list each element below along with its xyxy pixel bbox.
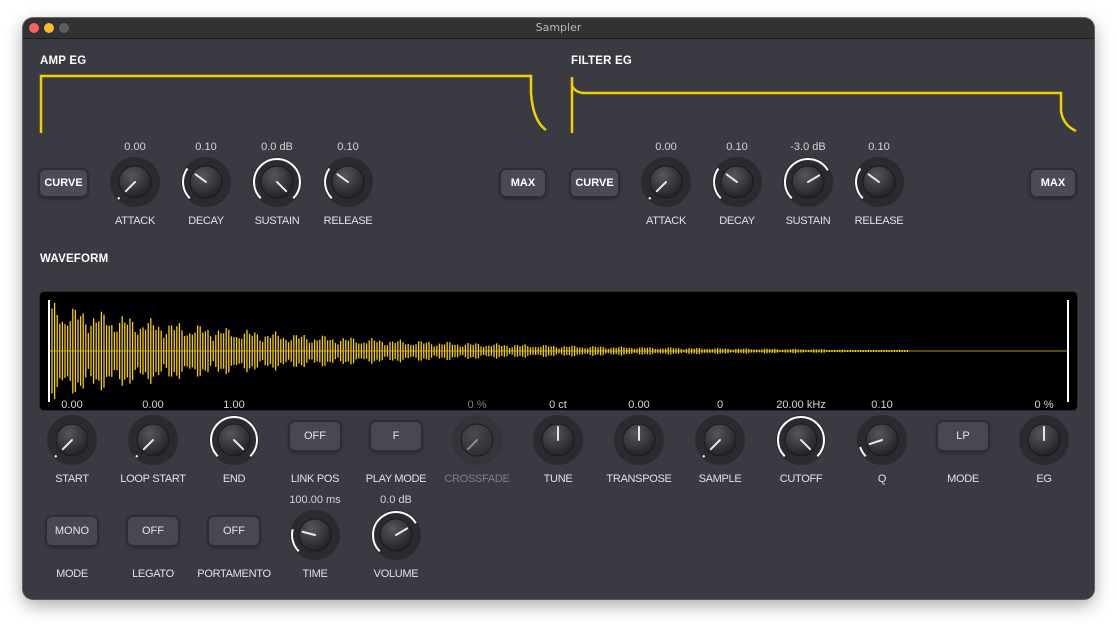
sample-link-pos-button[interactable]: OFF (290, 422, 340, 450)
voice-volume-label: VOLUME (373, 568, 419, 580)
sample-transpose-label: TRANSPOSE (606, 473, 672, 485)
amp-eg-envelope-curve (39, 74, 547, 133)
filter-eg-envelope-curve (570, 77, 1077, 133)
sample-q-label: Q (877, 473, 887, 485)
knob-min-dot (702, 455, 705, 458)
sample-crossfade-label: CROSSFADE (444, 473, 510, 485)
sample-mode-label: MODE (947, 473, 979, 485)
sample-tune-knob[interactable] (532, 414, 584, 466)
sample-start-knob[interactable] (46, 414, 98, 466)
knob-min-dot (54, 455, 57, 458)
filter-eg-envelope-graph (570, 77, 1077, 133)
filter-eg-sustain-knob[interactable] (782, 156, 834, 208)
sampler-panel: AMP EG CURVE MAX FILTER EG CURVE MAX WAV… (23, 39, 1094, 599)
sample-end-value: 1.00 (223, 399, 245, 411)
sample-play-mode-button[interactable]: F (371, 422, 421, 450)
voice-legato-label: LEGATO (132, 568, 174, 580)
sample-q-value: 0.10 (871, 399, 893, 411)
voice-portamento-button[interactable]: OFF (209, 517, 259, 545)
window-title: Sampler (535, 21, 582, 34)
knob-min-dot (117, 197, 120, 200)
amp-eg-max-button[interactable]: MAX (501, 170, 545, 196)
amp-eg-attack-knob[interactable] (109, 156, 161, 208)
sample-sample-label: SAMPLE (698, 473, 742, 485)
filter-eg-release-knob[interactable] (853, 156, 905, 208)
filter-eg-max-button[interactable]: MAX (1031, 170, 1075, 196)
amp-eg-release-value: 0.10 (337, 141, 359, 153)
sample-start-label: START (55, 473, 89, 485)
sample-tune-value: 0 ct (549, 399, 567, 411)
sample-eg-label: EG (1036, 473, 1052, 485)
voice-time-value: 100.00 ms (289, 494, 341, 506)
sample-link-pos-label: LINK POS (290, 473, 340, 485)
sample-crossfade-knob (451, 414, 503, 466)
waveform-canvas (48, 300, 1069, 402)
waveform-display[interactable] (40, 292, 1077, 410)
sample-eg-value: 0 % (1034, 399, 1054, 411)
voice-mode-button[interactable]: MONO (47, 517, 97, 545)
voice-mode-label: MODE (56, 568, 88, 580)
sample-eg-knob[interactable] (1018, 414, 1070, 466)
sample-cutoff-value: 20.00 kHz (776, 399, 826, 411)
sample-start-value: 0.00 (61, 399, 83, 411)
voice-volume-value: 0.0 dB (380, 494, 412, 506)
voice-portamento-label: PORTAMENTO (197, 568, 271, 580)
amp-eg-decay-knob[interactable] (180, 156, 232, 208)
sample-transpose-knob[interactable] (613, 414, 665, 466)
amp-eg-envelope-graph (39, 74, 547, 133)
knob-min-dot (648, 197, 651, 200)
amp-eg-sustain-knob[interactable] (251, 156, 303, 208)
filter-eg-title: FILTER EG (571, 55, 633, 67)
sample-tune-label: TUNE (543, 473, 573, 485)
title-bar: Sampler (23, 18, 1094, 39)
sample-end-label: END (222, 473, 246, 485)
sample-crossfade-value: 0 % (467, 399, 487, 411)
filter-eg-decay-knob[interactable] (711, 156, 763, 208)
knob-min-dot (135, 455, 138, 458)
amp-eg-title: AMP EG (40, 55, 87, 67)
filter-eg-release-label: RELEASE (854, 215, 904, 227)
filter-eg-curve-button[interactable]: CURVE (571, 170, 618, 196)
filter-eg-attack-knob[interactable] (640, 156, 692, 208)
amp-eg-curve-button[interactable]: CURVE (40, 170, 87, 196)
sample-loop-start-label: LOOP START (120, 473, 186, 485)
sample-sample-knob[interactable] (694, 414, 746, 466)
sample-cutoff-knob[interactable] (775, 414, 827, 466)
sample-sample-value: 0 (716, 399, 724, 411)
sample-transpose-value: 0.00 (628, 399, 650, 411)
sample-play-mode-label: PLAY MODE (365, 473, 427, 485)
sample-q-knob[interactable] (856, 414, 908, 466)
voice-time-knob[interactable] (289, 509, 341, 561)
sample-loop-start-knob[interactable] (127, 414, 179, 466)
amp-eg-release-label: RELEASE (323, 215, 373, 227)
sampler-window: Sampler AMP EG CURVE MAX FILTER EG CURVE… (23, 18, 1094, 599)
sample-loop-start-value: 0.00 (142, 399, 164, 411)
voice-time-label: TIME (302, 568, 328, 580)
sample-end-knob[interactable] (208, 414, 260, 466)
amp-eg-release-knob[interactable] (322, 156, 374, 208)
waveform-title: WAVEFORM (40, 253, 109, 265)
voice-volume-knob[interactable] (370, 509, 422, 561)
voice-legato-button[interactable]: OFF (128, 517, 178, 545)
filter-eg-release-value: 0.10 (868, 141, 890, 153)
sample-cutoff-label: CUTOFF (779, 473, 823, 485)
sample-mode-button[interactable]: LP (938, 422, 988, 450)
